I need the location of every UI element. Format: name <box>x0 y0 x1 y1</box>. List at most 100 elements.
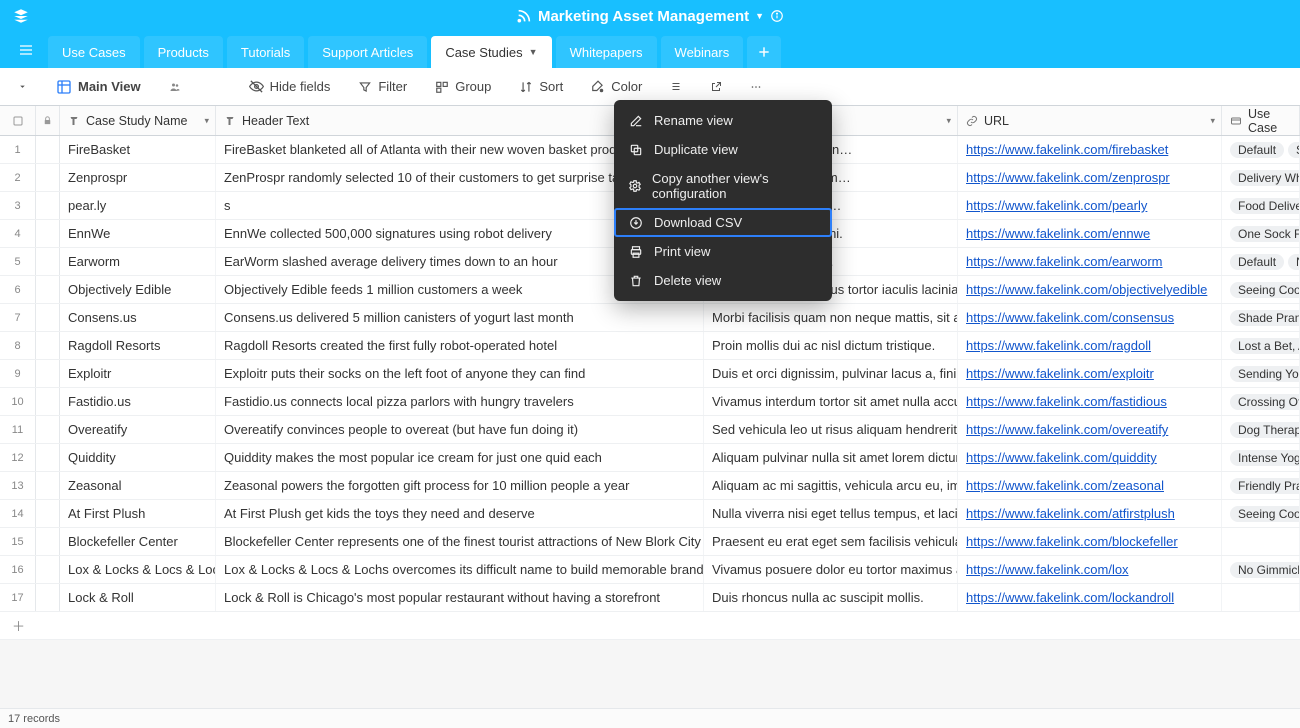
row-number[interactable]: 12 <box>0 444 36 471</box>
cell-use-case[interactable] <box>1222 584 1300 611</box>
cell-use-case[interactable]: Dog Therapy <box>1222 416 1300 443</box>
cell-case-study-name[interactable]: Blockefeller Center <box>60 528 216 555</box>
cell-header-text[interactable]: Quiddity makes the most popular ice crea… <box>216 444 704 471</box>
row-number[interactable]: 16 <box>0 556 36 583</box>
row-number[interactable]: 7 <box>0 304 36 331</box>
cell-body-text[interactable]: Duis rhoncus nulla ac suscipit mollis. <box>704 584 958 611</box>
cell-body-text[interactable]: Praesent eu erat eget sem facilisis vehi… <box>704 528 958 555</box>
cell-use-case[interactable]: Crossing Off <box>1222 388 1300 415</box>
menu-item-print[interactable]: Print view <box>614 237 832 266</box>
menu-item-delete[interactable]: Delete view <box>614 266 832 295</box>
app-logo-icon[interactable] <box>12 7 30 25</box>
table-row[interactable]: 12 QuiddityQuiddity makes the most popula… <box>0 444 1300 472</box>
cell-url-link[interactable]: https://www.fakelink.com/earworm <box>966 254 1163 269</box>
row-expand-handle[interactable] <box>36 556 60 583</box>
cell-case-study-name[interactable]: Lock & Roll <box>60 584 216 611</box>
column-header-use-case[interactable]: Use Case <box>1222 106 1300 135</box>
cell-url[interactable]: https://www.fakelink.com/consensus <box>958 304 1222 331</box>
menu-item-download[interactable]: Download CSV <box>614 208 832 237</box>
use-case-chip[interactable]: One Sock Fel <box>1230 226 1300 242</box>
tab-use-cases[interactable]: Use Cases <box>48 36 140 68</box>
table-row[interactable]: 9ExploitrExploitr puts their socks on th… <box>0 360 1300 388</box>
cell-case-study-name[interactable]: Zenprospr <box>60 164 216 191</box>
cell-url[interactable]: https://www.fakelink.com/zeasonal <box>958 472 1222 499</box>
use-case-chip[interactable]: Crossing Off <box>1230 394 1300 410</box>
cell-url[interactable]: https://www.fakelink.com/firebasket <box>958 136 1222 163</box>
cell-url[interactable]: https://www.fakelink.com/atfirstplush <box>958 500 1222 527</box>
cell-url[interactable]: https://www.fakelink.com/earworm <box>958 248 1222 275</box>
cell-url-link[interactable]: https://www.fakelink.com/consensus <box>966 310 1174 325</box>
chevron-down-icon[interactable]: ▾ <box>946 115 951 126</box>
cell-case-study-name[interactable]: Overeatify <box>60 416 216 443</box>
cell-case-study-name[interactable]: Consens.us <box>60 304 216 331</box>
tab-tutorials[interactable]: Tutorials <box>227 36 304 68</box>
use-case-chip[interactable]: Dog Therapy <box>1230 422 1300 438</box>
cell-use-case[interactable]: Food Delivery <box>1222 192 1300 219</box>
cell-url[interactable]: https://www.fakelink.com/ennwe <box>958 220 1222 247</box>
view-switcher[interactable]: Main View <box>50 75 147 99</box>
cell-url-link[interactable]: https://www.fakelink.com/exploitr <box>966 366 1154 381</box>
cell-url-link[interactable]: https://www.fakelink.com/lox <box>966 562 1129 577</box>
use-case-chip[interactable]: No C <box>1288 254 1300 270</box>
base-title[interactable]: Marketing Asset Management <box>538 8 749 25</box>
cell-url-link[interactable]: https://www.fakelink.com/lockandroll <box>966 590 1174 605</box>
row-number[interactable]: 2 <box>0 164 36 191</box>
cell-case-study-name[interactable]: Lox & Locks & Locs & Loc… <box>60 556 216 583</box>
cell-body-text[interactable]: Nulla viverra nisi eget tellus tempus, e… <box>704 500 958 527</box>
cell-header-text[interactable]: Lock & Roll is Chicago's most popular re… <box>216 584 704 611</box>
cell-url[interactable]: https://www.fakelink.com/fastidious <box>958 388 1222 415</box>
row-number[interactable]: 5 <box>0 248 36 275</box>
cell-use-case[interactable]: DefaultNo C <box>1222 248 1300 275</box>
chevron-down-icon[interactable]: ▼ <box>529 47 538 57</box>
cell-header-text[interactable]: At First Plush get kids the toys they ne… <box>216 500 704 527</box>
row-number[interactable]: 9 <box>0 360 36 387</box>
cell-use-case[interactable]: One Sock Fel <box>1222 220 1300 247</box>
table-row[interactable]: 15Blockefeller CenterBlockefeller Center… <box>0 528 1300 556</box>
row-expand-handle[interactable] <box>36 304 60 331</box>
tab-webinars[interactable]: Webinars <box>661 36 744 68</box>
cell-body-text[interactable]: Sed vehicula leo ut risus aliquam hendre… <box>704 416 958 443</box>
menu-item-rename[interactable]: Rename view <box>614 106 832 135</box>
use-case-chip[interactable]: Delivery Whil <box>1230 170 1300 186</box>
cell-header-text[interactable]: Lox & Locks & Locs & Lochs overcomes its… <box>216 556 704 583</box>
row-number[interactable]: 10 <box>0 388 36 415</box>
cell-url-link[interactable]: https://www.fakelink.com/atfirstplush <box>966 506 1175 521</box>
hide-fields-button[interactable]: Hide fields <box>243 75 337 98</box>
cell-url[interactable]: https://www.fakelink.com/ragdoll <box>958 332 1222 359</box>
row-expand-handle[interactable] <box>36 472 60 499</box>
cell-case-study-name[interactable]: Earworm <box>60 248 216 275</box>
cell-use-case[interactable]: Sending Your <box>1222 360 1300 387</box>
column-header-url[interactable]: URL ▾ <box>958 106 1222 135</box>
row-expand-handle[interactable] <box>36 416 60 443</box>
chevron-down-icon[interactable]: ▾ <box>204 115 209 126</box>
cell-url[interactable]: https://www.fakelink.com/pearly <box>958 192 1222 219</box>
table-row[interactable]: 13ZeasonalZeasonal powers the forgotten … <box>0 472 1300 500</box>
cell-body-text[interactable]: Vivamus posuere dolor eu tortor maximus … <box>704 556 958 583</box>
cell-url-link[interactable]: https://www.fakelink.com/quiddity <box>966 450 1157 465</box>
cell-header-text[interactable]: Overeatify convinces people to overeat (… <box>216 416 704 443</box>
use-case-chip[interactable]: Seeing Cool C <box>1230 282 1300 298</box>
table-row[interactable]: 10Fastidio.usFastidio.us connects local … <box>0 388 1300 416</box>
cell-url-link[interactable]: https://www.fakelink.com/firebasket <box>966 142 1168 157</box>
row-number[interactable]: 17 <box>0 584 36 611</box>
add-row-button[interactable]: ＋ <box>0 612 1300 640</box>
row-number[interactable]: 6 <box>0 276 36 303</box>
view-more-menu-button[interactable] <box>744 75 768 99</box>
info-icon[interactable] <box>770 9 784 23</box>
add-table-button[interactable] <box>747 36 781 68</box>
menu-item-duplicate[interactable]: Duplicate view <box>614 135 832 164</box>
cell-case-study-name[interactable]: pear.ly <box>60 192 216 219</box>
cell-url[interactable]: https://www.fakelink.com/lockandroll <box>958 584 1222 611</box>
group-button[interactable]: Group <box>429 75 497 98</box>
cell-use-case[interactable]: Shade Prank <box>1222 304 1300 331</box>
cell-case-study-name[interactable]: Zeasonal <box>60 472 216 499</box>
cell-header-text[interactable]: Ragdoll Resorts created the first fully … <box>216 332 704 359</box>
cell-body-text[interactable]: Proin mollis dui ac nisl dictum tristiqu… <box>704 332 958 359</box>
cell-header-text[interactable]: Fastidio.us connects local pizza parlors… <box>216 388 704 415</box>
tab-case-studies[interactable]: Case Studies▼ <box>431 36 551 68</box>
cell-case-study-name[interactable]: Quiddity <box>60 444 216 471</box>
tables-menu-icon[interactable] <box>8 32 44 68</box>
row-number[interactable]: 13 <box>0 472 36 499</box>
column-header-case-study-name[interactable]: Case Study Name ▾ <box>60 106 216 135</box>
select-all-checkbox[interactable] <box>0 106 36 135</box>
